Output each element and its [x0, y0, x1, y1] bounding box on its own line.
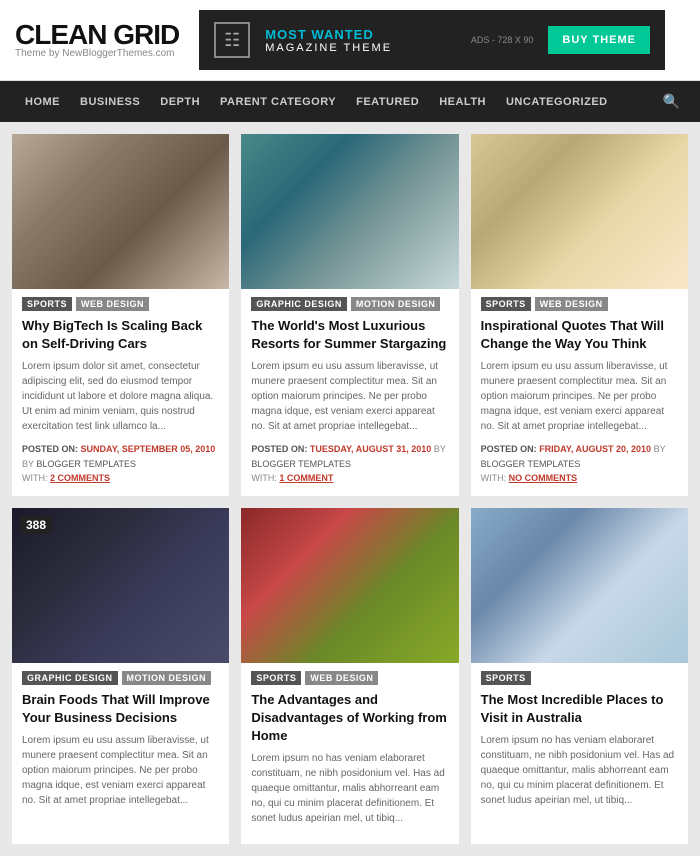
nav-item-parent[interactable]: PARENT CATEGORY: [210, 84, 346, 120]
post-comments[interactable]: 1 COMMENT: [279, 473, 333, 483]
nav-item-featured[interactable]: FEATURED: [346, 84, 429, 120]
ad-most-wanted: MOST WANTED: [265, 27, 456, 42]
post-tag[interactable]: MOTION DESIGN: [122, 671, 212, 685]
post-excerpt: Lorem ipsum no has veniam elaboraret con…: [251, 751, 448, 826]
post-card-5: SPORTS WEB DESIGN The Advantages and Disa…: [241, 508, 458, 845]
post-body: SPORTS WEB DESIGN Inspirational Quotes Th…: [471, 289, 688, 496]
post-body: SPORTS The Most Incredible Places to Vis…: [471, 663, 688, 826]
search-icon[interactable]: 🔍: [658, 81, 685, 122]
post-excerpt: Lorem ipsum eu usu assum liberavisse, ut…: [481, 359, 678, 434]
nav-item-business[interactable]: BUSINESS: [70, 84, 150, 120]
main-content: SPORTS WEB DESIGN Why BigTech Is Scaling …: [0, 122, 700, 856]
post-author: BLOGGER TEMPLATES: [251, 459, 351, 469]
post-tag[interactable]: SPORTS: [481, 671, 531, 685]
post-excerpt: Lorem ipsum no has veniam elaboraret con…: [481, 733, 678, 808]
post-tags: SPORTS WEB DESIGN: [22, 297, 219, 311]
post-card-3: SPORTS WEB DESIGN Inspirational Quotes Th…: [471, 134, 688, 496]
post-card-1: SPORTS WEB DESIGN Why BigTech Is Scaling …: [12, 134, 229, 496]
post-body: GRAPHIC DESIGN MOTION DESIGN The World's …: [241, 289, 458, 496]
post-tag[interactable]: SPORTS: [22, 297, 72, 311]
post-tag[interactable]: GRAPHIC DESIGN: [22, 671, 118, 685]
post-card-2: GRAPHIC DESIGN MOTION DESIGN The World's …: [241, 134, 458, 496]
post-image: [471, 508, 688, 663]
post-date: FRIDAY, AUGUST 20, 2010: [539, 444, 651, 454]
post-tag[interactable]: SPORTS: [481, 297, 531, 311]
post-author: BLOGGER TEMPLATES: [36, 459, 136, 469]
nav-item-depth[interactable]: DEPTH: [150, 84, 210, 120]
post-author: BLOGGER TEMPLATES: [481, 459, 581, 469]
nav-item-home[interactable]: HOME: [15, 84, 70, 120]
post-comments[interactable]: 2 COMMENTS: [50, 473, 110, 483]
post-image: 388: [12, 508, 229, 663]
posts-grid: SPORTS WEB DESIGN Why BigTech Is Scaling …: [12, 134, 688, 844]
post-card-4: 388 GRAPHIC DESIGN MOTION DESIGN Brain Fo…: [12, 508, 229, 845]
logo-title: CLEAN GRID: [15, 21, 179, 49]
post-tags: SPORTS WEB DESIGN: [251, 671, 448, 685]
post-title: The Most Incredible Places to Visit in A…: [481, 691, 678, 727]
site-header: CLEAN GRID Theme by NewBloggerThemes.com…: [0, 0, 700, 81]
ad-banner: ☷ MOST WANTED MAGAZINE THEME ADS - 728 X…: [199, 10, 665, 70]
post-tags: SPORTS WEB DESIGN: [481, 297, 678, 311]
nav-items: HOME BUSINESS DEPTH PARENT CATEGORY FEAT…: [15, 84, 658, 120]
post-tag[interactable]: WEB DESIGN: [305, 671, 378, 685]
post-image: [471, 134, 688, 289]
post-comments[interactable]: NO COMMENTS: [509, 473, 578, 483]
post-tag[interactable]: WEB DESIGN: [535, 297, 608, 311]
post-title: The Advantages and Disadvantages of Work…: [251, 691, 448, 746]
post-image: [12, 134, 229, 289]
post-date: SUNDAY, SEPTEMBER 05, 2010: [81, 444, 216, 454]
post-tag[interactable]: SPORTS: [251, 671, 301, 685]
post-excerpt: Lorem ipsum eu usu assum liberavisse, ut…: [251, 359, 448, 434]
post-date: TUESDAY, AUGUST 31, 2010: [310, 444, 431, 454]
ad-text: MOST WANTED MAGAZINE THEME: [265, 27, 456, 54]
post-excerpt: Lorem ipsum eu usu assum liberavisse, ut…: [22, 733, 219, 808]
post-title: The World's Most Luxurious Resorts for S…: [251, 317, 448, 353]
post-body: SPORTS WEB DESIGN The Advantages and Disa…: [241, 663, 458, 845]
nav-item-uncategorized[interactable]: UNCATEGORIZED: [496, 84, 618, 120]
post-title: Why BigTech Is Scaling Back on Self-Driv…: [22, 317, 219, 353]
logo-subtitle: Theme by NewBloggerThemes.com: [15, 49, 179, 59]
post-image: [241, 134, 458, 289]
post-title: Inspirational Quotes That Will Change th…: [481, 317, 678, 353]
post-title: Brain Foods That Will Improve Your Busin…: [22, 691, 219, 727]
post-tag[interactable]: MOTION DESIGN: [351, 297, 441, 311]
post-tag[interactable]: GRAPHIC DESIGN: [251, 297, 347, 311]
buy-theme-button[interactable]: BUY THEME: [548, 26, 650, 54]
post-body: SPORTS WEB DESIGN Why BigTech Is Scaling …: [12, 289, 229, 496]
post-meta: POSTED ON: SUNDAY, SEPTEMBER 05, 2010 BY…: [22, 442, 219, 485]
post-card-6: SPORTS The Most Incredible Places to Vis…: [471, 508, 688, 845]
post-meta: POSTED ON: TUESDAY, AUGUST 31, 2010 BY B…: [251, 442, 448, 485]
post-tag[interactable]: WEB DESIGN: [76, 297, 149, 311]
post-tags: GRAPHIC DESIGN MOTION DESIGN: [251, 297, 448, 311]
post-meta: POSTED ON: FRIDAY, AUGUST 20, 2010 BY BL…: [481, 442, 678, 485]
post-tags: GRAPHIC DESIGN MOTION DESIGN: [22, 671, 219, 685]
nav-item-health[interactable]: HEALTH: [429, 84, 496, 120]
post-badge: 388: [20, 516, 52, 534]
site-logo: CLEAN GRID Theme by NewBloggerThemes.com: [15, 21, 179, 59]
post-excerpt: Lorem ipsum dolor sit amet, consectetur …: [22, 359, 219, 434]
main-nav: HOME BUSINESS DEPTH PARENT CATEGORY FEAT…: [0, 81, 700, 122]
post-tags: SPORTS: [481, 671, 678, 685]
post-image: [241, 508, 458, 663]
ad-icon: ☷: [214, 22, 250, 58]
ad-label: ADS - 728 X 90: [471, 35, 534, 45]
ad-magazine: MAGAZINE THEME: [265, 42, 456, 54]
post-body: GRAPHIC DESIGN MOTION DESIGN Brain Foods …: [12, 663, 229, 826]
